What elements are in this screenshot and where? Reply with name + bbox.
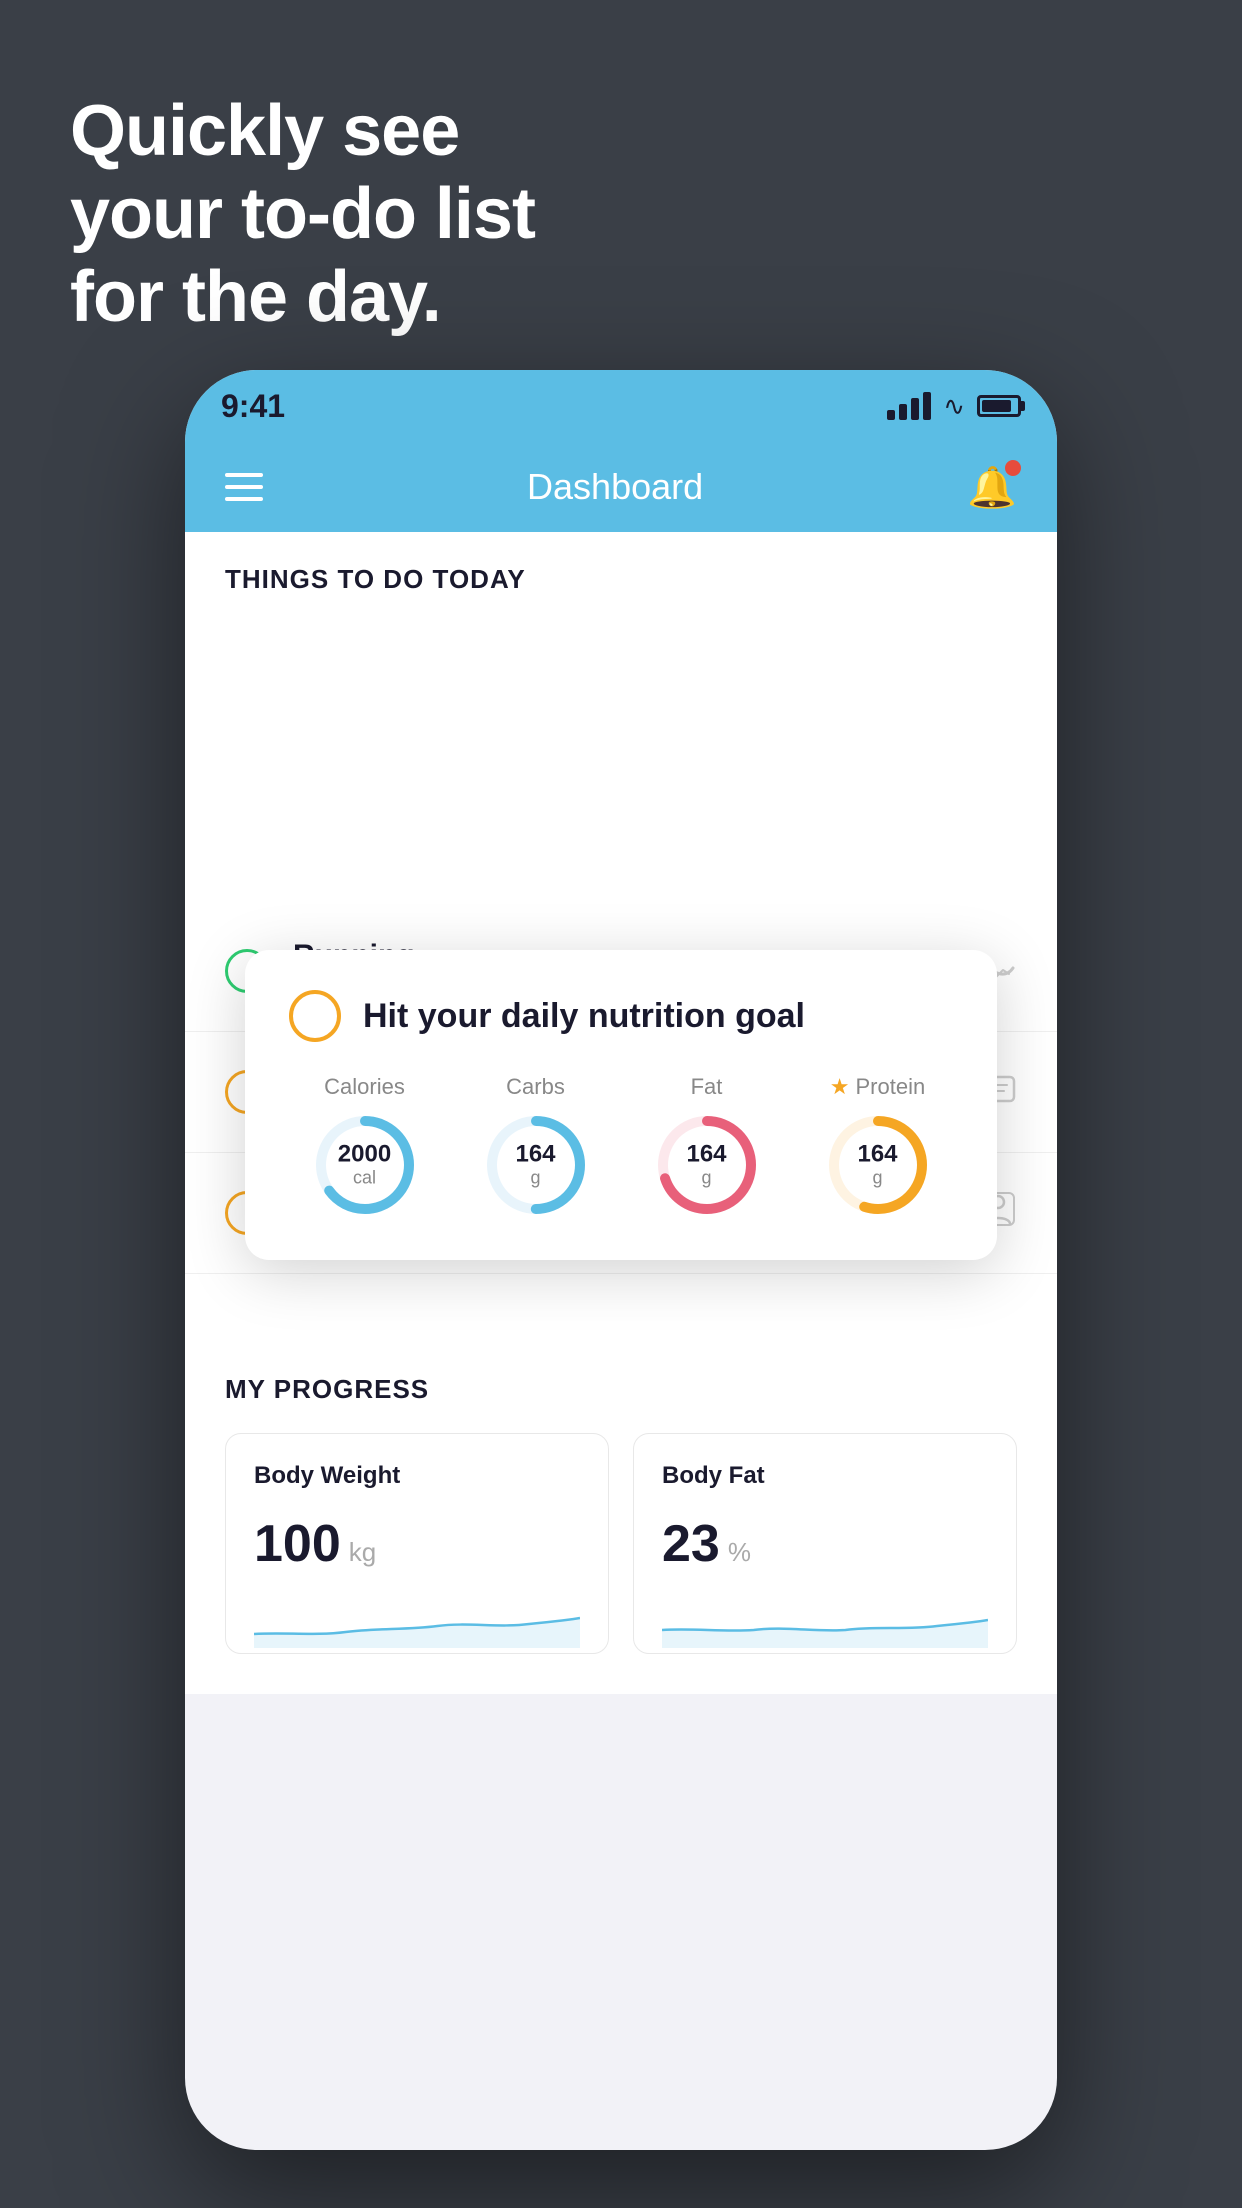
app-header: Dashboard 🔔 bbox=[185, 442, 1057, 532]
body-weight-unit: kg bbox=[349, 1537, 376, 1568]
nutrition-item-protein: ★ Protein 164 g bbox=[823, 1074, 933, 1220]
body-weight-card[interactable]: Body Weight 100 kg bbox=[225, 1433, 609, 1654]
nutrition-check-circle[interactable] bbox=[289, 990, 341, 1042]
notification-dot bbox=[1005, 460, 1021, 476]
body-fat-chart bbox=[662, 1594, 988, 1648]
fat-label: Fat bbox=[691, 1074, 723, 1100]
progress-section: MY PROGRESS Body Weight 100 kg bbox=[185, 1334, 1057, 1694]
body-weight-chart bbox=[254, 1594, 580, 1648]
carbs-donut: 164 g bbox=[481, 1110, 591, 1220]
body-fat-value-row: 23 % bbox=[662, 1514, 988, 1574]
status-bar: 9:41 ∿ bbox=[185, 370, 1057, 442]
nutrition-row: Calories 2000 cal bbox=[289, 1074, 953, 1220]
protein-label: ★ Protein bbox=[830, 1074, 925, 1100]
body-weight-value-row: 100 kg bbox=[254, 1514, 580, 1574]
fat-donut: 164 g bbox=[652, 1110, 762, 1220]
status-time: 9:41 bbox=[221, 388, 285, 425]
body-fat-unit: % bbox=[728, 1537, 751, 1568]
phone-frame: 9:41 ∿ Dashboard bbox=[185, 370, 1057, 2150]
protein-donut: 164 g bbox=[823, 1110, 933, 1220]
nutrition-item-carbs: Carbs 164 g bbox=[481, 1074, 591, 1220]
status-icons: ∿ bbox=[887, 391, 1021, 422]
things-section-label: THINGS TO DO TODAY bbox=[185, 532, 1057, 611]
signal-icon bbox=[887, 392, 931, 420]
nutrition-item-calories: Calories 2000 cal bbox=[310, 1074, 420, 1220]
nutrition-card-title: Hit your daily nutrition goal bbox=[363, 997, 805, 1036]
body-fat-title: Body Fat bbox=[662, 1462, 988, 1490]
body-fat-card[interactable]: Body Fat 23 % bbox=[633, 1433, 1017, 1654]
hamburger-line bbox=[225, 473, 263, 477]
nutrition-item-fat: Fat 164 g bbox=[652, 1074, 762, 1220]
hamburger-line bbox=[225, 497, 263, 501]
wifi-icon: ∿ bbox=[943, 391, 965, 422]
body-weight-title: Body Weight bbox=[254, 1462, 580, 1490]
notification-button[interactable]: 🔔 bbox=[967, 464, 1017, 511]
body-weight-value: 100 bbox=[254, 1514, 341, 1574]
menu-button[interactable] bbox=[225, 473, 263, 501]
progress-section-label: MY PROGRESS bbox=[225, 1374, 1017, 1405]
progress-cards: Body Weight 100 kg Body Fat bbox=[225, 1433, 1017, 1654]
body-fat-value: 23 bbox=[662, 1514, 720, 1574]
star-icon: ★ bbox=[830, 1074, 850, 1100]
carbs-label: Carbs bbox=[506, 1074, 565, 1100]
calories-label: Calories bbox=[324, 1074, 405, 1100]
battery-icon bbox=[977, 395, 1021, 417]
header-title: Dashboard bbox=[527, 466, 703, 508]
calories-donut: 2000 cal bbox=[310, 1110, 420, 1220]
headline: Quickly see your to-do list for the day. bbox=[70, 90, 535, 338]
hamburger-line bbox=[225, 485, 263, 489]
nutrition-card: Hit your daily nutrition goal Calories bbox=[245, 950, 997, 1260]
